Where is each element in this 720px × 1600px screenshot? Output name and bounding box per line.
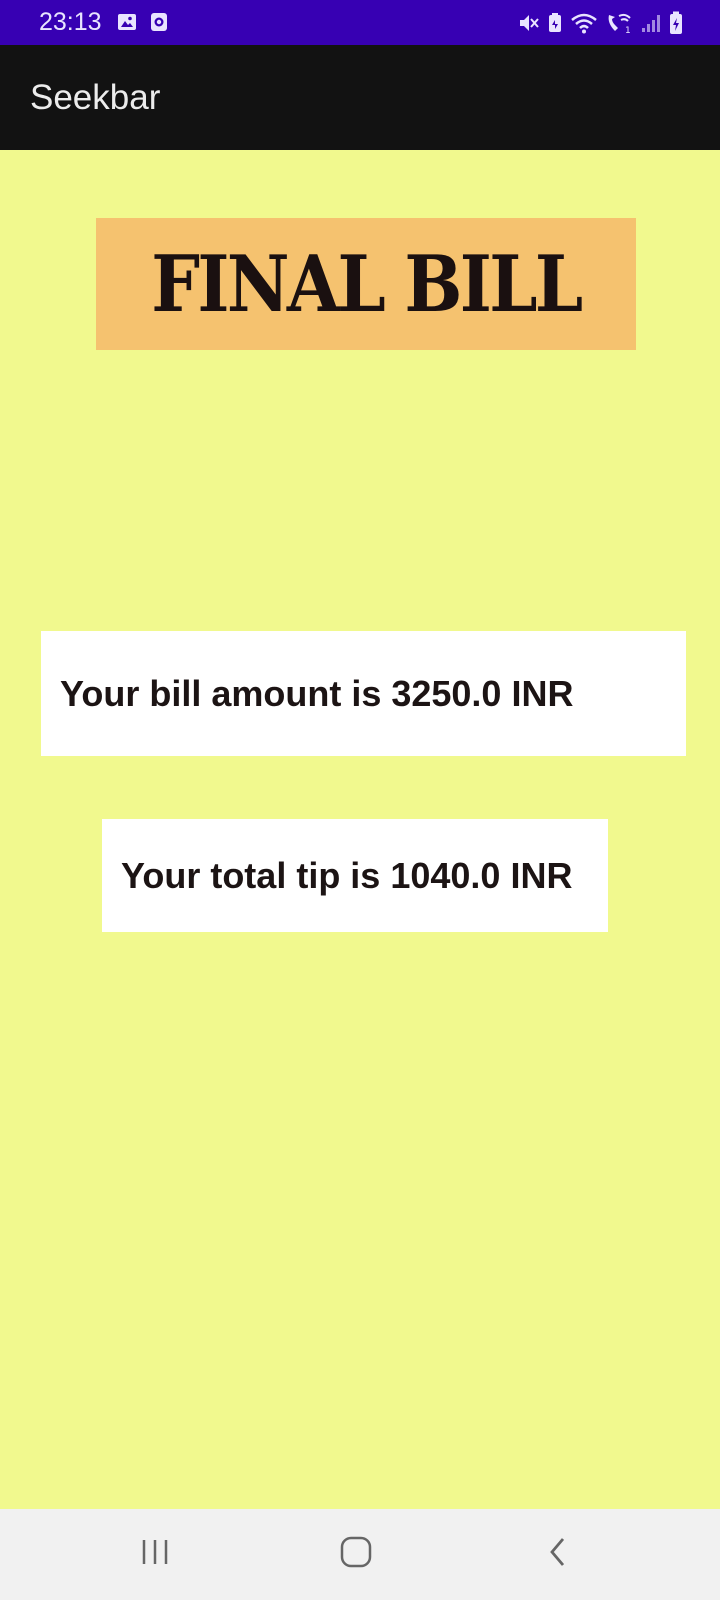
gallery-icon: [116, 11, 138, 33]
screen-recorder-icon: [148, 11, 170, 33]
total-tip-text: Your total tip is 1040.0 INR: [121, 854, 573, 896]
page-title: FINAL BILL: [151, 238, 583, 330]
home-button[interactable]: [296, 1509, 416, 1600]
bill-amount-card: Your bill amount is 3250.0 INR: [41, 631, 686, 756]
recents-button[interactable]: [95, 1509, 215, 1600]
status-system-icons: 1: [516, 10, 684, 36]
final-bill-banner: FINAL BILL: [96, 218, 636, 350]
app-title: Seekbar: [30, 78, 161, 117]
signal-icon: [640, 11, 662, 35]
main-content: FINAL BILL Your bill amount is 3250.0 IN…: [0, 150, 720, 1509]
status-bar: 23:13 1: [0, 0, 720, 45]
recents-icon: [140, 1537, 170, 1572]
battery-charging-icon: [668, 10, 684, 36]
navigation-bar: [0, 1509, 720, 1600]
app-bar: Seekbar: [0, 45, 720, 150]
home-icon: [339, 1535, 373, 1574]
status-notification-icons: [116, 11, 170, 33]
battery-saver-icon: [546, 11, 564, 35]
mute-icon: [516, 11, 540, 35]
total-tip-card: Your total tip is 1040.0 INR: [102, 819, 608, 932]
wifi-calling-icon: 1: [604, 11, 634, 35]
wifi-icon: [570, 11, 598, 35]
status-time: 23:13: [39, 8, 102, 36]
bill-amount-text: Your bill amount is 3250.0 INR: [60, 672, 574, 714]
back-button[interactable]: [498, 1509, 618, 1600]
svg-text:1: 1: [625, 26, 631, 35]
back-icon: [546, 1536, 570, 1573]
